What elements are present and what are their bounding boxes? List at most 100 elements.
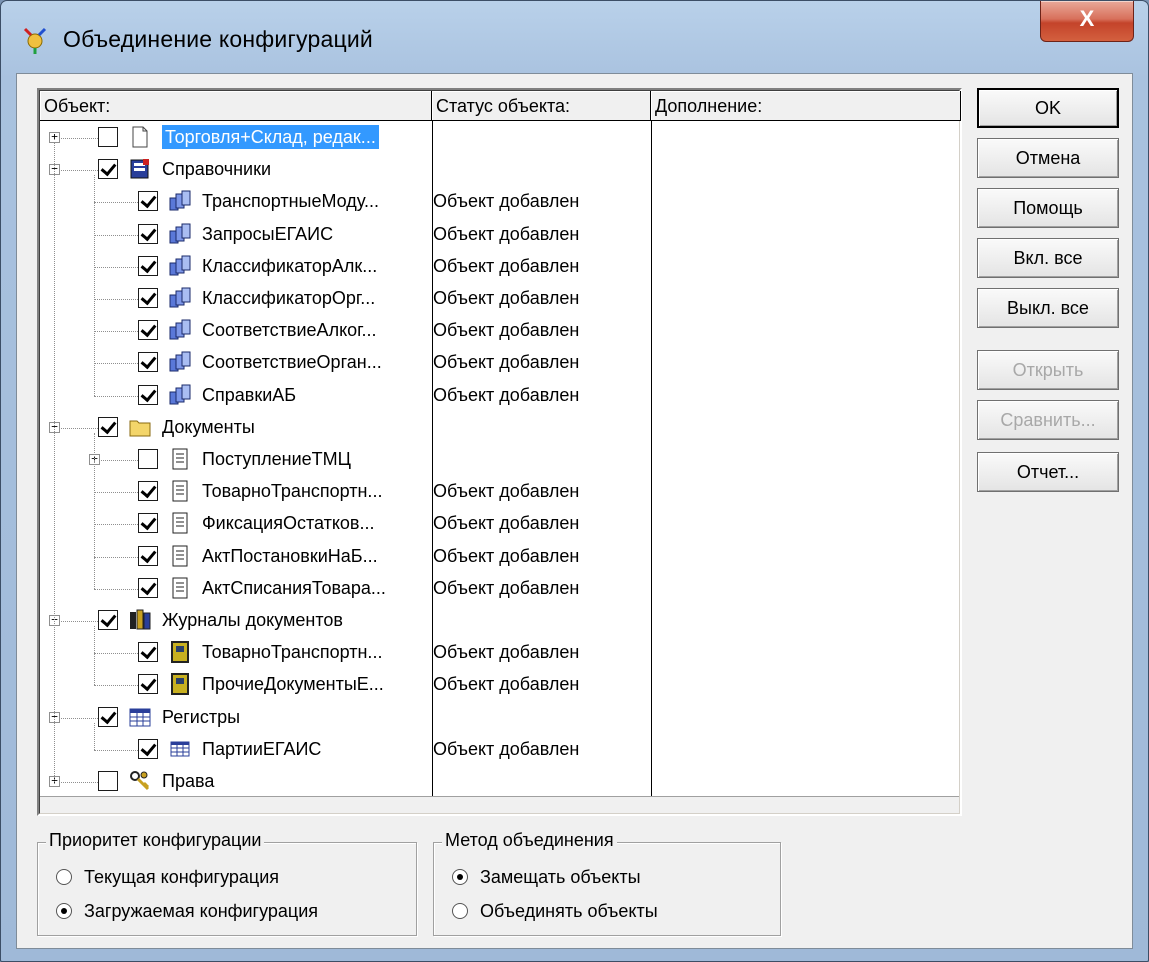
tree-checkbox[interactable]	[138, 352, 158, 373]
tree-item-label[interactable]: АктПостановкиНаБ...	[202, 546, 378, 567]
tree-item-label[interactable]: ТоварноТранспортн...	[202, 481, 382, 502]
tree-checkbox[interactable]	[98, 706, 118, 727]
tree-row[interactable]: АктСписанияТовара... Объект добавлен	[40, 574, 960, 606]
tree-item-label[interactable]: ПоступлениеТМЦ	[202, 449, 351, 470]
tree-row[interactable]: СправкиАБ Объект добавлен	[40, 381, 960, 413]
tree-row[interactable]: СоответствиеАлког... Объект добавлен	[40, 316, 960, 348]
report-button[interactable]: Отчет...	[977, 452, 1119, 492]
merge-config-icon	[23, 27, 47, 54]
tree-checkbox[interactable]	[98, 416, 118, 437]
radio-dot	[56, 869, 72, 885]
tree-item-label[interactable]: ЗапросыЕГАИС	[202, 224, 333, 245]
tree-row[interactable]: ТоварноТранспортн... Объект добавлен	[40, 638, 960, 670]
tree-connector	[94, 175, 95, 396]
tree-row[interactable]: ПартииЕГАИС Объект добавлен	[40, 735, 960, 767]
merge-method-group: Метод объединения Замещать объекты Объед…	[433, 830, 781, 936]
tree-checkbox[interactable]	[138, 255, 158, 276]
tree-row[interactable]: СоответствиеОрган... Объект добавлен	[40, 348, 960, 380]
tree-item-label[interactable]: АктСписанияТовара...	[202, 578, 386, 599]
tree-checkbox[interactable]	[98, 771, 118, 791]
tree-row[interactable]: − Справочники	[40, 155, 960, 187]
tree-checkbox[interactable]	[138, 545, 158, 566]
help-button[interactable]: Помощь	[977, 188, 1119, 228]
tree-row[interactable]: − Документы	[40, 413, 960, 445]
tree-item-label[interactable]: Регистры	[162, 707, 240, 728]
tree-checkbox[interactable]	[138, 223, 158, 244]
tree-connector	[94, 653, 138, 655]
tree-row[interactable]: ПрочиеДокументыЕ... Объект добавлен	[40, 670, 960, 702]
close-button[interactable]: X	[1040, 1, 1134, 42]
tree-row[interactable]: КлассификаторОрг... Объект добавлен	[40, 284, 960, 316]
radio-merge-objects[interactable]: Объединять объекты	[452, 901, 658, 922]
tree-checkbox[interactable]	[138, 513, 158, 534]
check-all-button[interactable]: Вкл. все	[977, 238, 1119, 278]
tree-checkbox[interactable]	[138, 320, 158, 341]
tree-item-status: Объект добавлен	[433, 384, 580, 405]
tree-row[interactable]: КлассификаторАлк... Объект добавлен	[40, 252, 960, 284]
tree-row[interactable]: ТоварноТранспортн... Объект добавлен	[40, 477, 960, 509]
tree-item-label[interactable]: СоответствиеАлког...	[202, 320, 377, 341]
tree-checkbox[interactable]	[138, 481, 158, 502]
column-header-status[interactable]: Статус объекта:	[432, 91, 651, 121]
tree-connector	[94, 395, 138, 397]
tree-item-status: Объект добавлен	[433, 642, 580, 663]
ok-button[interactable]: OK	[977, 88, 1119, 128]
radio-current-configuration[interactable]: Текущая конфигурация	[56, 867, 279, 888]
tree-connector	[94, 749, 138, 751]
tree-checkbox[interactable]	[98, 127, 118, 147]
tree-item-label[interactable]: ФиксацияОстатков...	[202, 513, 375, 534]
radio-dot	[56, 903, 72, 919]
tree-row[interactable]: + ПоступлениеТМЦ	[40, 445, 960, 477]
tree-row[interactable]: ФиксацияОстатков... Объект добавлен	[40, 509, 960, 541]
tree-checkbox[interactable]	[98, 610, 118, 630]
dialog-client-area: Объект: Статус объекта: Дополнение: + Тор…	[16, 73, 1133, 949]
tree-row[interactable]: − Журналы документов	[40, 606, 960, 638]
tree-checkbox[interactable]	[138, 674, 158, 695]
tree-checkbox[interactable]	[138, 642, 158, 663]
tree-row[interactable]: + Права	[40, 767, 960, 799]
tree-item-label[interactable]: СоответствиеОрган...	[202, 352, 382, 373]
tree-row[interactable]: ЗапросыЕГАИС Объект добавлен	[40, 220, 960, 252]
catalog-icon	[128, 157, 152, 181]
compare-button[interactable]: Сравнить...	[977, 400, 1119, 440]
tree-item-label[interactable]: Торговля+Склад, редак...	[162, 125, 379, 149]
tree-item-label[interactable]: СправкиАБ	[202, 385, 296, 406]
tree-checkbox[interactable]	[138, 384, 158, 405]
tree-checkbox[interactable]	[138, 738, 158, 759]
tree-item-label[interactable]: ПартииЕГАИС	[202, 739, 321, 760]
tree-connector	[94, 432, 95, 589]
horizontal-scrollbar[interactable]	[40, 796, 959, 813]
tree-checkbox[interactable]	[138, 191, 158, 212]
tree-item-label[interactable]: Журналы документов	[162, 610, 343, 631]
tree-checkbox[interactable]	[138, 577, 158, 598]
folder-icon	[128, 415, 152, 439]
tree-row[interactable]: ТранспортныеМоду... Объект добавлен	[40, 187, 960, 219]
tree-checkbox[interactable]	[138, 288, 158, 308]
column-header-addition[interactable]: Дополнение:	[651, 91, 961, 121]
tree-item-label[interactable]: ТоварноТранспортн...	[202, 642, 382, 663]
column-header-object[interactable]: Объект:	[40, 91, 432, 121]
tree-row[interactable]: − Регистры	[40, 703, 960, 735]
tree-item-label[interactable]: Справочники	[162, 159, 271, 180]
expand-icon[interactable]: +	[49, 131, 60, 143]
document-icon	[168, 576, 192, 600]
uncheck-all-button[interactable]: Выкл. все	[977, 288, 1119, 328]
objects-tree-list[interactable]: Объект: Статус объекта: Дополнение: + Тор…	[37, 88, 962, 816]
tree-connector	[94, 588, 138, 590]
tree-item-label[interactable]: КлассификаторОрг...	[202, 288, 375, 309]
radio-loaded-configuration[interactable]: Загружаемая конфигурация	[56, 901, 318, 922]
tree-item-label[interactable]: Документы	[162, 417, 255, 438]
tree-checkbox[interactable]	[98, 159, 118, 180]
tree-item-label[interactable]: КлассификаторАлк...	[202, 256, 377, 277]
tree-row[interactable]: АктПостановкиНаБ... Объект добавлен	[40, 542, 960, 574]
open-button[interactable]: Открыть	[977, 350, 1119, 390]
tree-item-status: Объект добавлен	[433, 352, 580, 373]
tree-item-status: Объект добавлен	[433, 223, 580, 244]
tree-row[interactable]: + Торговля+Склад, редак...	[40, 123, 960, 155]
tree-item-label[interactable]: ПрочиеДокументыЕ...	[202, 674, 384, 695]
tree-checkbox[interactable]	[138, 449, 158, 469]
tree-item-label[interactable]: Права	[162, 771, 214, 792]
tree-item-label[interactable]: ТранспортныеМоду...	[202, 191, 379, 212]
radio-replace-objects[interactable]: Замещать объекты	[452, 867, 641, 888]
cancel-button[interactable]: Отмена	[977, 138, 1119, 178]
